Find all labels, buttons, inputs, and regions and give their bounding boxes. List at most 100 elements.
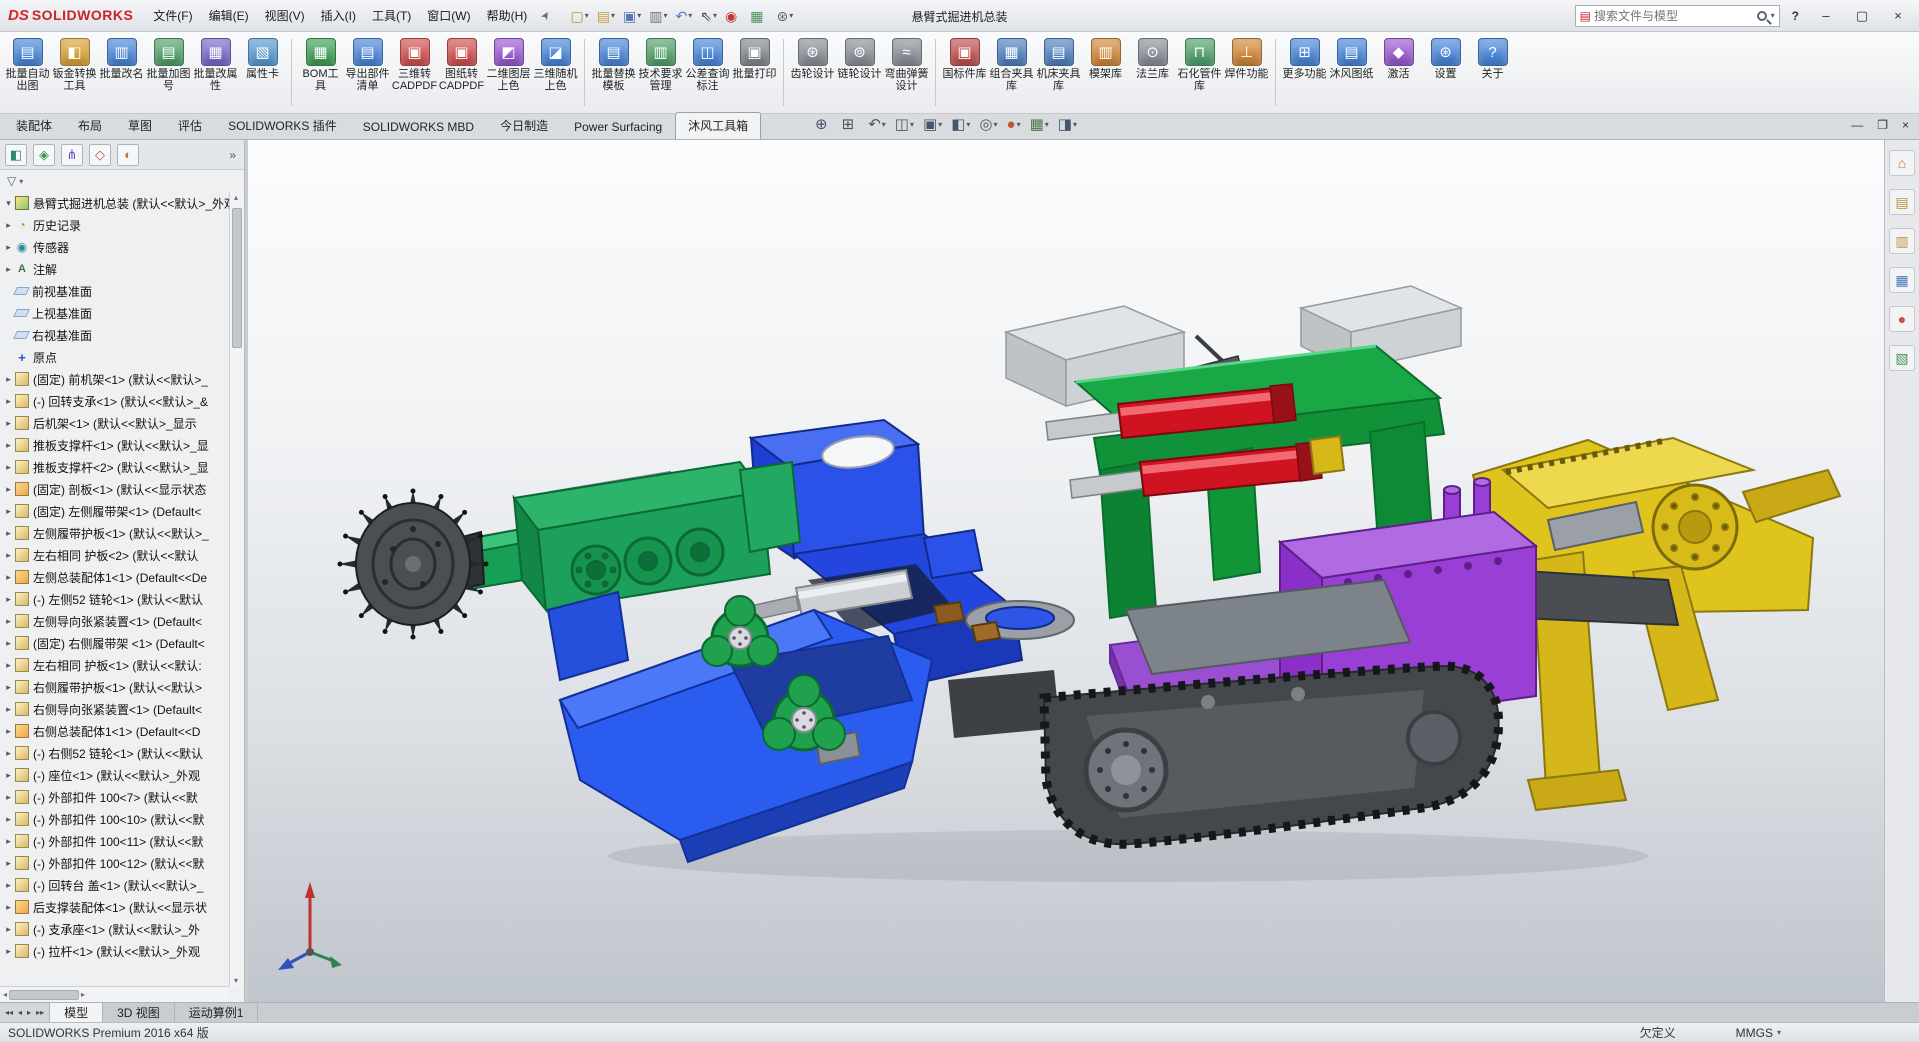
document-tab[interactable]: 运动算例1 bbox=[175, 1003, 259, 1022]
tree-item[interactable]: (-) 拉杆<1> (默认<<默认>_外观 bbox=[0, 940, 229, 962]
maximize-button[interactable]: ▢ bbox=[1847, 8, 1877, 24]
tree-item[interactable]: (-) 回转台 盖<1> (默认<<默认>_ bbox=[0, 874, 229, 896]
commandmanager-tab[interactable]: SOLIDWORKS MBD bbox=[350, 115, 487, 139]
ribbon-button[interactable]: ⊚ 链轮设计 bbox=[836, 35, 883, 95]
expand-arrow-icon[interactable] bbox=[2, 396, 15, 407]
tree-item[interactable]: 右侧履带护板<1> (默认<<默认> bbox=[0, 676, 229, 698]
scroll-right-icon[interactable]: ▸ bbox=[81, 990, 85, 999]
close-button[interactable]: × bbox=[1883, 8, 1913, 23]
units-selector[interactable]: MMGS ▾ bbox=[1736, 1026, 1781, 1040]
tree-item[interactable]: 推板支撑杆<2> (默认<<默认>_显 bbox=[0, 456, 229, 478]
expand-arrow-icon[interactable] bbox=[2, 506, 15, 517]
rebuild-button[interactable]: ◉ ▾ bbox=[721, 7, 746, 25]
ribbon-button[interactable]: ▣ 三维转CADPDF等 bbox=[391, 35, 438, 95]
tree-item[interactable]: 左侧导向张紧装置<1> (Default< bbox=[0, 610, 229, 632]
file-properties-button[interactable]: ▦ ▾ bbox=[746, 7, 772, 25]
commandmanager-tab[interactable]: 装配体 bbox=[3, 112, 65, 139]
expand-arrow-icon[interactable] bbox=[2, 902, 15, 913]
tree-item[interactable]: (固定) 剖板<1> (默认<<显示状态 bbox=[0, 478, 229, 500]
ribbon-button[interactable]: ◩ 二维图层上色 bbox=[485, 35, 532, 95]
expand-arrow-icon[interactable] bbox=[2, 418, 15, 429]
expand-arrow-icon[interactable] bbox=[2, 638, 15, 649]
expand-arrow-icon[interactable] bbox=[2, 440, 15, 451]
search-input[interactable] bbox=[1594, 8, 1754, 23]
tree-item[interactable]: 注解 bbox=[0, 258, 229, 280]
tree-item[interactable]: (固定) 前机架<1> (默认<<默认>_ bbox=[0, 368, 229, 390]
design-library-tab[interactable]: ▤ bbox=[1889, 189, 1915, 215]
prev-tab-button[interactable]: ◂ bbox=[18, 1008, 22, 1017]
ribbon-button[interactable]: ⊥ 焊件功能 bbox=[1223, 35, 1270, 95]
tree-item[interactable]: 推板支撑杆<1> (默认<<默认>_显 bbox=[0, 434, 229, 456]
save-button[interactable]: ▣ ▾ bbox=[619, 7, 645, 25]
graphics-area[interactable] bbox=[248, 140, 1884, 1002]
scrollbar-thumb[interactable] bbox=[9, 989, 80, 1000]
expand-arrow-icon[interactable] bbox=[2, 572, 15, 583]
crawler-track-left[interactable] bbox=[948, 661, 1504, 849]
ribbon-button[interactable]: ▥ 模架库 bbox=[1082, 35, 1129, 95]
ribbon-button[interactable]: ▥ 批量改名 bbox=[98, 35, 145, 95]
machine-model[interactable] bbox=[248, 140, 1884, 1002]
expand-arrow-icon[interactable] bbox=[2, 198, 15, 209]
expand-arrow-icon[interactable] bbox=[2, 462, 15, 473]
tree-item[interactable]: 左右相同 护板<1> (默认<<默认: bbox=[0, 654, 229, 676]
expand-arrow-icon[interactable] bbox=[2, 616, 15, 627]
ribbon-button[interactable]: ⊛ 齿轮设计 bbox=[789, 35, 836, 95]
ribbon-button[interactable]: ▤ 批量自动出图 bbox=[4, 35, 51, 95]
menu-item[interactable]: 编辑(E) bbox=[201, 3, 257, 28]
tree-item[interactable]: (固定) 左侧履带架<1> (Default< bbox=[0, 500, 229, 522]
expand-arrow-icon[interactable] bbox=[2, 924, 15, 935]
ribbon-button[interactable]: ◫ 公差查询标注 bbox=[684, 35, 731, 95]
pin-icon[interactable]: ➤ bbox=[538, 8, 554, 23]
filter-icon[interactable]: ▽ bbox=[7, 174, 16, 188]
tree-item[interactable]: 右侧导向张紧装置<1> (Default< bbox=[0, 698, 229, 720]
section-view-button[interactable]: ◫ ▾ bbox=[892, 115, 917, 134]
cutter-boom-green[interactable] bbox=[471, 460, 802, 614]
search-caret-icon[interactable]: ▾ bbox=[1771, 11, 1775, 20]
configurationmanager-tab[interactable]: ⋔ bbox=[61, 143, 83, 166]
tree-item[interactable]: 传感器 bbox=[0, 236, 229, 258]
undo-button[interactable]: ↶ ▾ bbox=[672, 7, 697, 25]
custom-properties-tab[interactable]: ▧ bbox=[1889, 345, 1915, 371]
ribbon-button[interactable]: ◧ 钣金转换工具 bbox=[51, 35, 98, 95]
ribbon-button[interactable]: ▧ 属性卡 bbox=[239, 35, 286, 95]
apply-scene-button[interactable]: ▦ ▾ bbox=[1027, 115, 1052, 134]
hide-show-items-button[interactable]: ◎ ▾ bbox=[976, 115, 1000, 134]
ribbon-button[interactable]: ? 关于 bbox=[1469, 35, 1516, 95]
ribbon-button[interactable]: ▤ 沐风图纸 bbox=[1328, 35, 1375, 95]
tree-item[interactable]: 右视基准面 bbox=[0, 324, 229, 346]
expand-arrow-icon[interactable] bbox=[2, 748, 15, 759]
ribbon-button[interactable]: ▣ 国标件库 bbox=[941, 35, 988, 95]
expand-arrow-icon[interactable] bbox=[2, 374, 15, 385]
document-tab[interactable]: 模型 bbox=[50, 1003, 104, 1022]
ribbon-button[interactable]: ▥ 技术要求管理 bbox=[637, 35, 684, 95]
appearances-tab[interactable]: ● bbox=[1889, 306, 1915, 332]
tree-item[interactable]: 左右相同 护板<2> (默认<<默认 bbox=[0, 544, 229, 566]
minimize-button[interactable]: – bbox=[1811, 8, 1841, 23]
menu-item[interactable]: 工具(T) bbox=[364, 3, 419, 28]
tree-item[interactable]: (-) 支承座<1> (默认<<默认>_外 bbox=[0, 918, 229, 940]
previous-view-button[interactable]: ↶ ▾ bbox=[865, 115, 889, 134]
options-button[interactable]: ⊛ ▾ bbox=[772, 7, 797, 25]
expand-arrow-icon[interactable] bbox=[2, 660, 15, 671]
expand-arrow-icon[interactable] bbox=[2, 264, 15, 275]
select-button[interactable]: ⇖ ▾ bbox=[696, 7, 721, 25]
ribbon-button[interactable]: ⊛ 设置 bbox=[1422, 35, 1469, 95]
tree-item[interactable]: (-) 座位<1> (默认<<默认>_外观 bbox=[0, 764, 229, 786]
help-button[interactable]: ? bbox=[1786, 9, 1805, 23]
tree-item[interactable]: 后支撑装配体<1> (默认<<显示状 bbox=[0, 896, 229, 918]
ribbon-button[interactable]: ▤ 批量替换模板 bbox=[590, 35, 637, 95]
menu-item[interactable]: 帮助(H) bbox=[479, 3, 536, 28]
commandmanager-tab[interactable]: 今日制造 bbox=[487, 112, 561, 139]
display-style-button[interactable]: ◧ ▾ bbox=[948, 115, 973, 134]
commandmanager-tab[interactable]: 评估 bbox=[165, 112, 215, 139]
expand-arrow-icon[interactable] bbox=[2, 484, 15, 495]
tree-item[interactable]: 悬臂式掘进机总装 (默认<<默认>_外观 bbox=[0, 192, 229, 214]
tree-item[interactable]: (-) 回转支承<1> (默认<<默认>_& bbox=[0, 390, 229, 412]
zoom-fit-button[interactable]: ⊕ ▾ bbox=[812, 115, 836, 134]
tree-item[interactable]: 原点 bbox=[0, 346, 229, 368]
menu-item[interactable]: 窗口(W) bbox=[419, 3, 478, 28]
commandmanager-tab[interactable]: 布局 bbox=[65, 112, 115, 139]
ribbon-button[interactable]: ▦ 批量改属性 bbox=[192, 35, 239, 95]
ribbon-button[interactable]: ⊙ 法兰库 bbox=[1129, 35, 1176, 95]
panel-flyout-arrow[interactable]: » bbox=[226, 148, 239, 162]
